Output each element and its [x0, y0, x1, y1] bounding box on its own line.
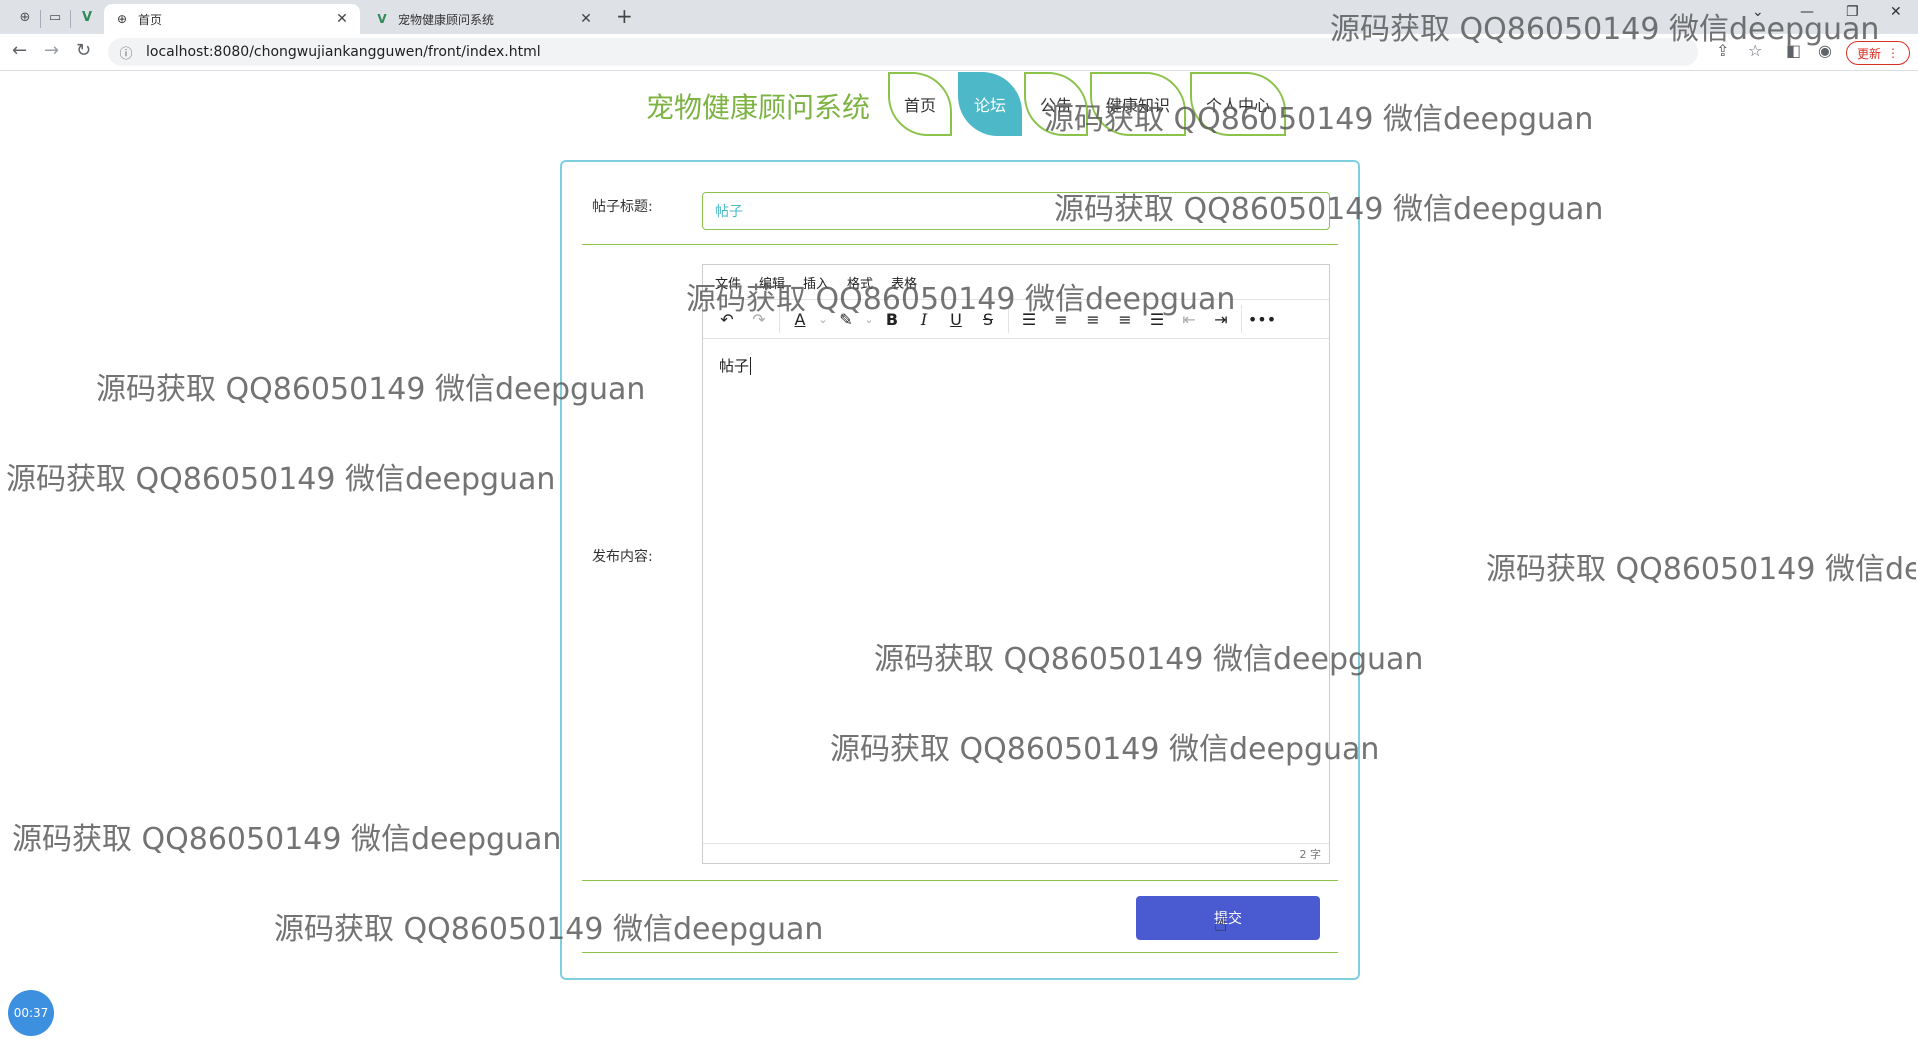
menu-insert[interactable]: 插入 [803, 273, 829, 292]
text-color-icon[interactable]: A [784, 304, 816, 334]
vue-logo-icon[interactable]: V [74, 6, 100, 28]
update-button[interactable]: 更新 ⋮ [1846, 41, 1910, 65]
submit-button[interactable]: 提交 [1136, 896, 1320, 940]
editor-menubar: 文件 编辑 插入 格式 表格 [703, 265, 1329, 299]
align-center-icon[interactable]: ≡ [1077, 304, 1109, 334]
menu-file[interactable]: 文件 [715, 273, 741, 292]
content-label: 发布内容: [592, 549, 653, 565]
watermark-text: 源码获取 QQ86050149 微信deepguan [1486, 552, 1916, 587]
globe-icon[interactable]: ⊕ [12, 6, 38, 28]
editor-statusbar: 2 字 [703, 843, 1329, 863]
nav-label: 论坛 [973, 96, 1006, 115]
line-height-icon[interactable]: ☰ [1013, 304, 1045, 334]
chevron-down-icon[interactable]: ⌄ [1752, 4, 1764, 20]
title-input[interactable] [702, 192, 1330, 230]
nav-personal-center[interactable]: 个人中心 [1190, 72, 1286, 136]
tab-separator [70, 10, 71, 28]
chevron-down-icon[interactable]: ⌄ [816, 304, 830, 334]
align-right-icon[interactable]: ≡ [1109, 304, 1141, 334]
align-left-icon[interactable]: ≡ [1045, 304, 1077, 334]
bold-icon[interactable]: B [876, 304, 908, 334]
toolbar-separator [1241, 305, 1242, 333]
divider [582, 244, 1338, 245]
close-icon[interactable]: ✕ [334, 11, 350, 27]
rich-text-editor: 文件 编辑 插入 格式 表格 ↶ ↷ A ⌄ ✎ ⌄ B I U S ☰ ≡ ≡… [702, 264, 1330, 864]
editor-toolbar: ↶ ↷ A ⌄ ✎ ⌄ B I U S ☰ ≡ ≡ ≡ ☰ ⇤ ⇥ ••• [703, 299, 1329, 339]
nav-home[interactable]: 首页 [888, 72, 952, 136]
nav-announcement[interactable]: 公告 [1024, 72, 1088, 136]
title-label: 帖子标题: [592, 199, 653, 215]
update-label: 更新 [1856, 46, 1881, 61]
tab-title: 首页 [138, 12, 163, 27]
profile-icon[interactable]: ◉ [1818, 41, 1832, 60]
word-count: 2 字 [1299, 847, 1322, 861]
align-justify-icon[interactable]: ☰ [1141, 304, 1173, 334]
nav-label: 健康知识 [1105, 96, 1170, 115]
nav-label: 公告 [1039, 96, 1072, 115]
nav-health-knowledge[interactable]: 健康知识 [1090, 72, 1186, 136]
tab-home[interactable]: ⊕ 首页 ✕ [104, 4, 360, 34]
tab-separator [40, 10, 41, 28]
site-brand: 宠物健康顾问系统 [646, 91, 871, 124]
underline-icon[interactable]: U [940, 304, 972, 334]
minimize-icon[interactable]: — [1800, 4, 1814, 20]
info-icon[interactable]: ⓘ [116, 43, 136, 62]
address-bar: ← → ↻ ⓘ localhost:8080/chongwujiankanggu… [0, 34, 1918, 71]
share-icon[interactable]: ⇪ [1716, 41, 1729, 60]
new-tab-icon[interactable]: + [616, 4, 633, 28]
watermark-text: 源码获取 QQ86050149 微信deepguan [6, 462, 556, 497]
close-window-icon[interactable]: ✕ [1890, 4, 1902, 20]
nav-label: 个人中心 [1205, 96, 1270, 115]
menu-format[interactable]: 格式 [847, 273, 873, 292]
undo-icon[interactable]: ↶ [711, 304, 743, 334]
editor-text: 帖子 [719, 357, 750, 375]
menu-table[interactable]: 表格 [891, 273, 917, 292]
indent-icon[interactable]: ⇥ [1205, 304, 1237, 334]
restore-icon[interactable]: ❐ [1846, 4, 1859, 20]
highlight-icon[interactable]: ✎ [830, 304, 862, 334]
globe-icon: ⊕ [116, 12, 128, 26]
url-text: localhost:8080/chongwujiankangguwen/fron… [146, 44, 541, 60]
more-options-icon[interactable]: ••• [1246, 304, 1278, 334]
reload-icon[interactable]: ↻ [76, 40, 91, 61]
vue-logo-icon: V [377, 12, 387, 26]
pinned-tab-icon[interactable]: ▭ [42, 6, 68, 28]
back-icon[interactable]: ← [12, 40, 27, 61]
side-panel-icon[interactable]: ◧ [1786, 41, 1801, 60]
divider [582, 952, 1338, 953]
toolbar-separator [1008, 305, 1009, 333]
chevron-down-icon[interactable]: ⌄ [862, 304, 876, 334]
outdent-icon[interactable]: ⇤ [1173, 304, 1205, 334]
more-icon: ⋮ [1887, 46, 1899, 60]
url-field[interactable]: ⓘ localhost:8080/chongwujiankangguwen/fr… [108, 38, 1698, 66]
nav-label: 首页 [903, 96, 936, 115]
redo-icon[interactable]: ↷ [743, 304, 775, 334]
editor-content[interactable]: 帖子 [703, 339, 1329, 825]
tab-title: 宠物健康顾问系统 [398, 12, 495, 27]
recording-timer: 00:37 [8, 990, 54, 1036]
tab-pet-system[interactable]: V 宠物健康顾问系统 ✕ [364, 4, 604, 34]
toolbar-separator [779, 305, 780, 333]
forward-icon[interactable]: → [44, 40, 59, 61]
close-icon[interactable]: ✕ [578, 11, 594, 27]
star-icon[interactable]: ☆ [1748, 41, 1762, 60]
nav-forum[interactable]: 论坛 [958, 72, 1022, 136]
divider [582, 880, 1338, 881]
browser-tab-bar: ⊕ ▭ V ⊕ 首页 ✕ V 宠物健康顾问系统 ✕ + ⌄ — ❐ ✕ [0, 0, 1918, 34]
watermark-text: 源码获取 QQ86050149 微信deepguan [12, 822, 562, 857]
menu-edit[interactable]: 编辑 [759, 273, 785, 292]
mouse-pointer-icon: ☝ [1214, 912, 1228, 937]
strikethrough-icon[interactable]: S [972, 304, 1004, 334]
post-form-card: 帖子标题: 发布内容: 文件 编辑 插入 格式 表格 ↶ ↷ A ⌄ ✎ ⌄ B… [560, 160, 1360, 980]
text-caret [750, 357, 752, 375]
italic-icon[interactable]: I [908, 304, 940, 334]
